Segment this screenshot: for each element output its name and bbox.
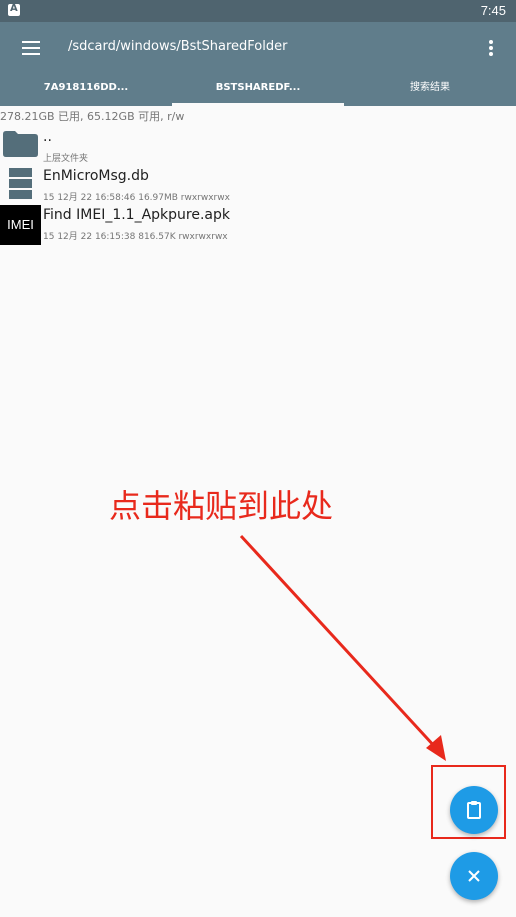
- folder-icon: [3, 131, 38, 157]
- a-icon: [8, 3, 20, 16]
- list-item-parent-folder[interactable]: .. 上层文件夹: [0, 127, 516, 167]
- toolbar: /sdcard/windows/BstSharedFolder: [0, 22, 516, 74]
- tab-selected-indicator: [172, 103, 344, 106]
- tab-bstshared-folder[interactable]: BSTSHAREDF...: [172, 74, 344, 106]
- path-title: /sdcard/windows/BstSharedFolder: [68, 39, 288, 54]
- more-vert-icon[interactable]: [488, 40, 494, 56]
- database-icon: [9, 168, 32, 200]
- list-item-enmicromsg-db[interactable]: EnMicroMsg.db 15 12月 22 16:58:46 16.97MB…: [0, 166, 516, 206]
- annotation-text: 点击粘贴到此处: [109, 487, 334, 525]
- tab-device[interactable]: 7A918116DD...: [0, 74, 172, 106]
- file-name: ..: [43, 129, 52, 145]
- close-fab-button[interactable]: [450, 852, 498, 900]
- file-meta: 上层文件夹: [43, 154, 89, 164]
- file-name: EnMicroMsg.db: [43, 168, 149, 184]
- tab-bar: 7A918116DD... BSTSHAREDF... 搜索结果: [0, 74, 516, 106]
- file-name: Find IMEI_1.1_Apkpure.apk: [43, 207, 230, 223]
- close-icon: [468, 870, 480, 882]
- status-time: 7:45: [480, 3, 506, 18]
- status-bar: 7:45: [0, 0, 516, 22]
- list-item-find-imei-apk[interactable]: IMEI Find IMEI_1.1_Apkpure.apk 15 12月 22…: [0, 205, 516, 245]
- clipboard-icon: [467, 801, 481, 819]
- file-meta: 15 12月 22 16:15:38 816.57K rwxrwxrwx: [43, 232, 228, 242]
- hamburger-menu-icon[interactable]: [22, 41, 40, 55]
- file-meta: 15 12月 22 16:58:46 16.97MB rwxrwxrwx: [43, 193, 230, 203]
- storage-info: 278.21GB 已用, 65.12GB 可用, r/w: [0, 110, 185, 123]
- paste-button[interactable]: [450, 786, 498, 834]
- apk-thumbnail-icon: IMEI: [0, 205, 41, 245]
- tab-search-results[interactable]: 搜索结果: [344, 74, 516, 106]
